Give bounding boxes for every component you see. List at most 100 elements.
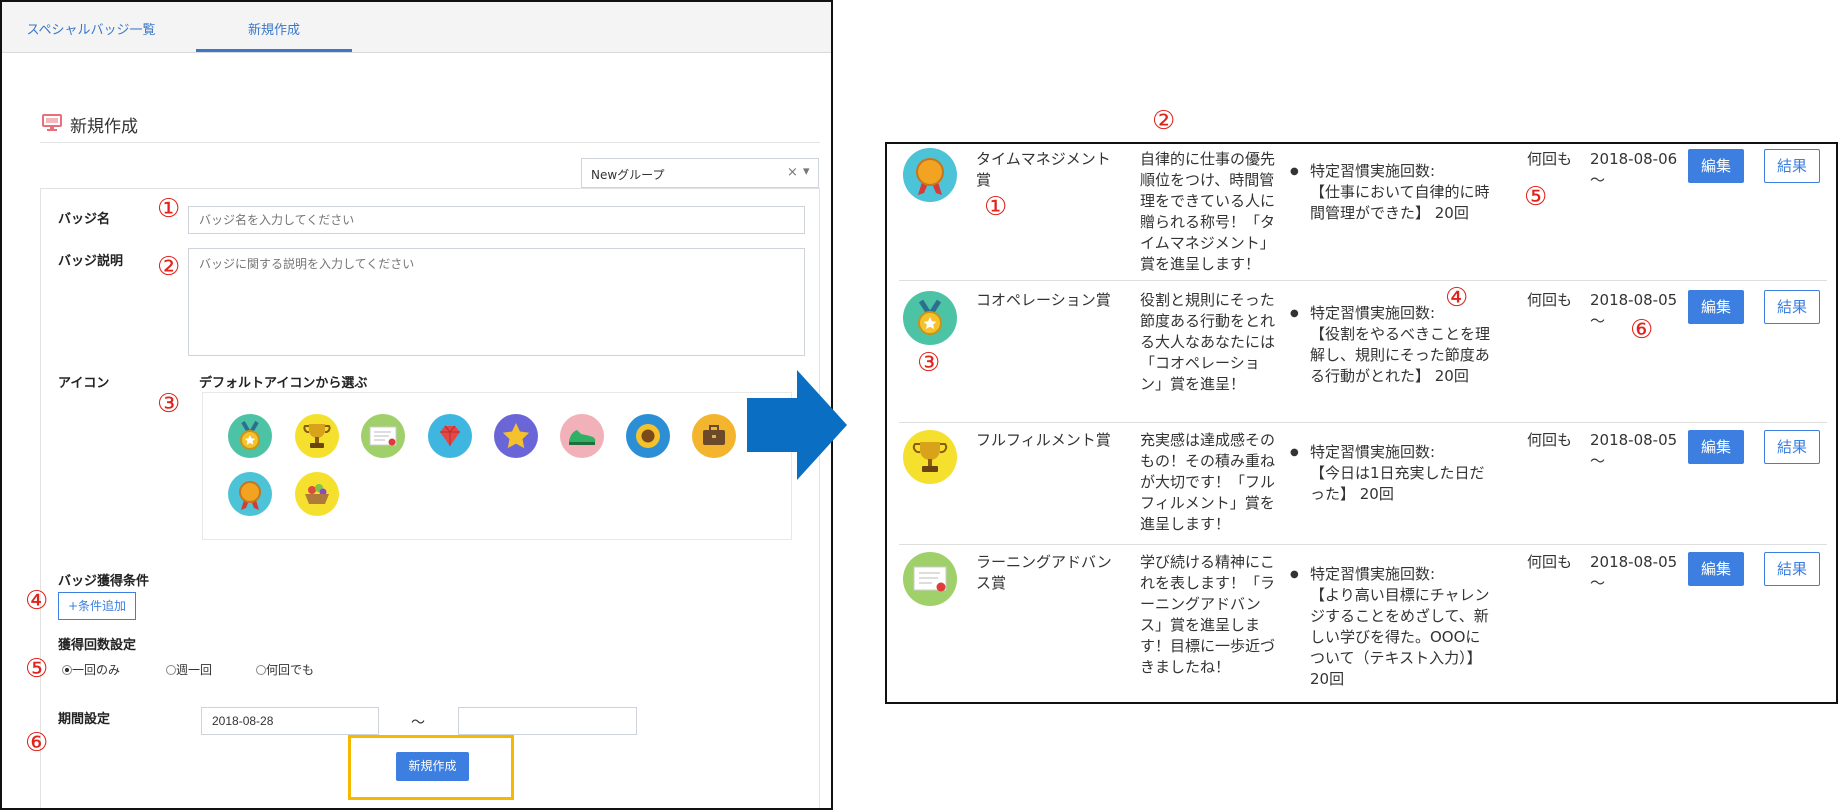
badge-name: ラーニングアドバンス賞 (976, 553, 1112, 592)
annotation-marker-3: ③ (157, 389, 181, 419)
sunflower-icon[interactable] (626, 414, 670, 458)
section-title: 新規作成 (70, 117, 138, 137)
create-button[interactable]: 新規作成 (396, 752, 469, 781)
annotation-marker-1: ① (157, 194, 181, 224)
period-label: 期間設定 (58, 712, 111, 727)
medal-orange-icon (903, 148, 957, 202)
condition-text: 【役割をやるべきことを理解し、規則にそった節度ある行動がとれた】 20回 (1310, 325, 1491, 385)
frequency-text: 何回も (1527, 150, 1573, 168)
table-row: フルフィルメント賞 充実感は達成感そのもの！その積み重ねが大切です！「フルフィル… (887, 423, 1836, 544)
frequency-label: 獲得回数設定 (58, 638, 137, 653)
bullet-icon: ● (1290, 447, 1299, 458)
radio-icon[interactable] (256, 665, 266, 675)
annotation-marker-5-right: ⑤ (1524, 182, 1548, 212)
medal-teal-icon (903, 291, 957, 345)
condition-label: バッジ獲得条件 (58, 574, 150, 589)
trophy-gold-icon (903, 430, 957, 484)
chevron-down-icon[interactable]: ▾ (803, 164, 810, 179)
annotation-marker-1-right: ① (984, 192, 1008, 222)
period-end-input[interactable] (458, 707, 637, 735)
trophy-gold-icon[interactable] (295, 414, 339, 458)
result-button[interactable]: 結果 (1764, 149, 1820, 183)
badge-name: タイムマネジメント賞 (976, 150, 1111, 189)
medal-orange-icon[interactable] (228, 472, 272, 516)
badge-list-table: タイムマネジメント賞 自律的に仕事の優先順位をつけ、時間管理をできている人に贈ら… (885, 142, 1838, 704)
radio-icon[interactable] (166, 665, 176, 675)
radio-checked-icon[interactable] (62, 665, 72, 675)
date-suffix: 〜 (1590, 171, 1606, 189)
table-row: タイムマネジメント賞 自律的に仕事の優先順位をつけ、時間管理をできている人に贈ら… (887, 144, 1836, 280)
badge-description: 学び続ける精神にこれを表します！「ラーニングアドバンス」賞を進呈します！目標に一… (1140, 553, 1276, 676)
group-select[interactable]: Newグループ × ▾ (581, 158, 819, 188)
bullet-icon: ● (1290, 569, 1299, 580)
frequency-text: 何回も (1527, 431, 1573, 449)
date-suffix: 〜 (1590, 452, 1606, 470)
certificate-icon[interactable] (361, 414, 405, 458)
badge-description: 自律的に仕事の優先順位をつけ、時間管理をできている人に贈られる称号！「タイムマネ… (1140, 150, 1276, 273)
frequency-option-weekly[interactable]: 週一回 (166, 661, 212, 678)
badge-description: 充実感は達成感そのもの！その積み重ねが大切です！「フルフィルメント」賞を進呈しま… (1140, 431, 1276, 533)
badge-desc-textarea[interactable] (188, 248, 805, 356)
annotation-marker-3-right: ③ (917, 348, 941, 378)
clear-icon[interactable]: × (787, 165, 798, 180)
date-suffix: 〜 (1590, 312, 1606, 330)
annotation-marker-4-right: ④ (1445, 283, 1469, 313)
badge-desc-label: バッジ説明 (58, 254, 124, 269)
frequency-option-unlimited[interactable]: 何回でも (256, 661, 314, 678)
frequency-text: 何回も (1527, 553, 1573, 571)
edit-button[interactable]: 編集 (1688, 149, 1744, 183)
tab-create-new[interactable]: 新規作成 (196, 2, 352, 52)
condition-text: 【今日は1日充実した日だった】 20回 (1310, 464, 1485, 503)
annotation-marker-2-right: ② (1152, 106, 1176, 136)
result-button[interactable]: 結果 (1764, 290, 1820, 324)
divider (40, 142, 820, 143)
date-text: 2018-08-05 (1590, 431, 1678, 449)
condition-heading: 特定習慣実施回数: (1310, 565, 1436, 583)
annotation-marker-5: ⑤ (25, 654, 49, 684)
badge-name: フルフィルメント賞 (976, 431, 1111, 449)
badge-name-label: バッジ名 (58, 212, 111, 227)
condition-text: 【より高い目標にチャレンジすることをめざして、新しい学びを得た。OOOについて（… (1310, 586, 1490, 688)
basket-icon[interactable] (295, 472, 339, 516)
group-select-value: Newグループ (591, 168, 665, 182)
date-suffix: 〜 (1590, 574, 1606, 592)
result-button[interactable]: 結果 (1764, 430, 1820, 464)
date-text: 2018-08-05 (1590, 291, 1678, 309)
bullet-icon: ● (1290, 308, 1299, 319)
frequency-option-once[interactable]: 一回のみ (62, 661, 120, 678)
edit-button[interactable]: 編集 (1688, 290, 1744, 324)
result-button[interactable]: 結果 (1764, 552, 1820, 586)
period-start-input[interactable] (201, 707, 379, 735)
add-condition-button[interactable]: +条件追加 (58, 592, 136, 620)
star-icon[interactable] (494, 414, 538, 458)
gem-icon[interactable] (428, 414, 472, 458)
table-row: コオペレーション賞 役割と規則にそった節度ある行動をとれる大人なあなたには「コオ… (887, 281, 1836, 422)
period-separator: 〜 (411, 715, 425, 731)
badge-name-input[interactable] (188, 206, 805, 234)
annotation-marker-4: ④ (25, 586, 49, 616)
arrow-right-icon (747, 370, 849, 484)
annotation-marker-2: ② (157, 252, 181, 282)
edit-button[interactable]: 編集 (1688, 552, 1744, 586)
date-text: 2018-08-06 (1590, 150, 1678, 168)
annotation-marker-6-right: ⑥ (1630, 315, 1654, 345)
briefcase-icon[interactable] (692, 414, 736, 458)
medal-teal-icon[interactable] (228, 414, 272, 458)
default-icon-label: デフォルトアイコンから選ぶ (199, 376, 368, 391)
badge-create-form-panel: スペシャルバッジ一覧 新規作成 新規作成 Newグループ × ▾ バッジ名 ① … (0, 0, 833, 810)
condition-text: 【仕事において自律的に時間管理ができた】 20回 (1310, 183, 1490, 222)
bullet-icon: ● (1290, 166, 1299, 177)
annotation-marker-6: ⑥ (25, 728, 49, 758)
sneaker-icon[interactable] (560, 414, 604, 458)
certificate-icon (903, 552, 957, 606)
tab-badge-list[interactable]: スペシャルバッジ一覧 (16, 2, 166, 52)
table-row: ラーニングアドバンス賞 学び続ける精神にこれを表します！「ラーニングアドバンス」… (887, 545, 1836, 702)
condition-heading: 特定習慣実施回数: (1310, 443, 1436, 461)
badge-name: コオペレーション賞 (976, 291, 1111, 309)
monitor-icon (42, 114, 62, 136)
condition-heading: 特定習慣実施回数: (1310, 162, 1436, 180)
icon-label: アイコン (58, 376, 110, 391)
date-text: 2018-08-05 (1590, 553, 1678, 571)
edit-button[interactable]: 編集 (1688, 430, 1744, 464)
badge-description: 役割と規則にそった節度ある行動をとれる大人なあなたには「コオペレーション」賞を進… (1140, 291, 1276, 393)
